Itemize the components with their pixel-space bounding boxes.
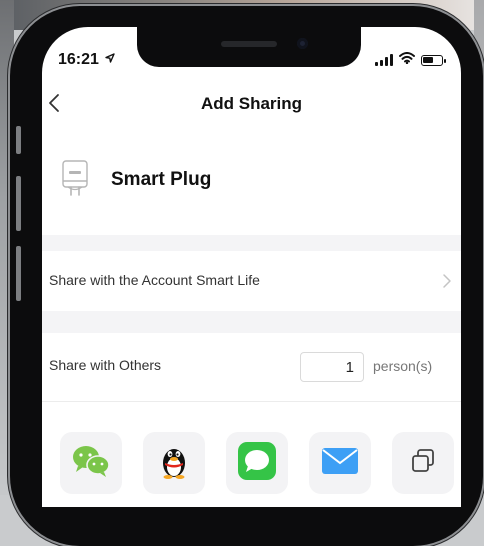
share-with-others-row: Share with Others 1 person(s) <box>42 333 461 401</box>
earpiece-speaker <box>221 41 277 47</box>
person-count-input[interactable]: 1 <box>300 352 364 382</box>
smart-plug-icon <box>60 159 90 199</box>
chevron-right-icon <box>441 273 453 289</box>
notch <box>137 27 361 67</box>
volume-down-button <box>16 246 21 301</box>
mute-switch <box>16 126 21 154</box>
share-wechat-button[interactable] <box>60 432 122 494</box>
share-messages-button[interactable] <box>226 432 288 494</box>
share-mail-button[interactable] <box>309 432 371 494</box>
battery-icon <box>421 54 446 66</box>
qq-penguin-icon <box>159 443 189 484</box>
location-arrow-icon <box>105 50 116 68</box>
battery-level <box>423 56 433 63</box>
section-divider <box>42 235 461 251</box>
page-title: Add Sharing <box>200 94 303 113</box>
copy-icon <box>409 447 437 480</box>
copy-link-button[interactable] <box>392 432 454 494</box>
message-bubble-icon <box>237 441 277 486</box>
share-with-account-row[interactable]: Share with the Account Smart Life <box>42 251 461 311</box>
status-time: 16:21 <box>58 50 116 69</box>
front-camera <box>297 38 308 49</box>
cellular-signal-icon <box>375 54 393 66</box>
share-qq-button[interactable] <box>143 432 205 494</box>
share-apps-bar <box>42 401 461 507</box>
status-icons <box>375 51 446 69</box>
section-divider <box>42 311 461 333</box>
device-row: Smart Plug <box>42 145 461 235</box>
mail-envelope-icon <box>321 447 359 480</box>
wechat-icon <box>71 444 111 483</box>
volume-up-button <box>16 176 21 231</box>
person-unit-label: person(s) <box>373 358 433 374</box>
share-with-account-label: Share with the Account Smart Life <box>49 272 260 288</box>
wifi-icon <box>399 51 415 69</box>
phone-screen: 16:21 Add Sharing Smart Plug Share with … <box>42 27 461 507</box>
share-with-others-label: Share with Others <box>49 357 162 373</box>
device-name: Smart Plug <box>111 169 212 190</box>
